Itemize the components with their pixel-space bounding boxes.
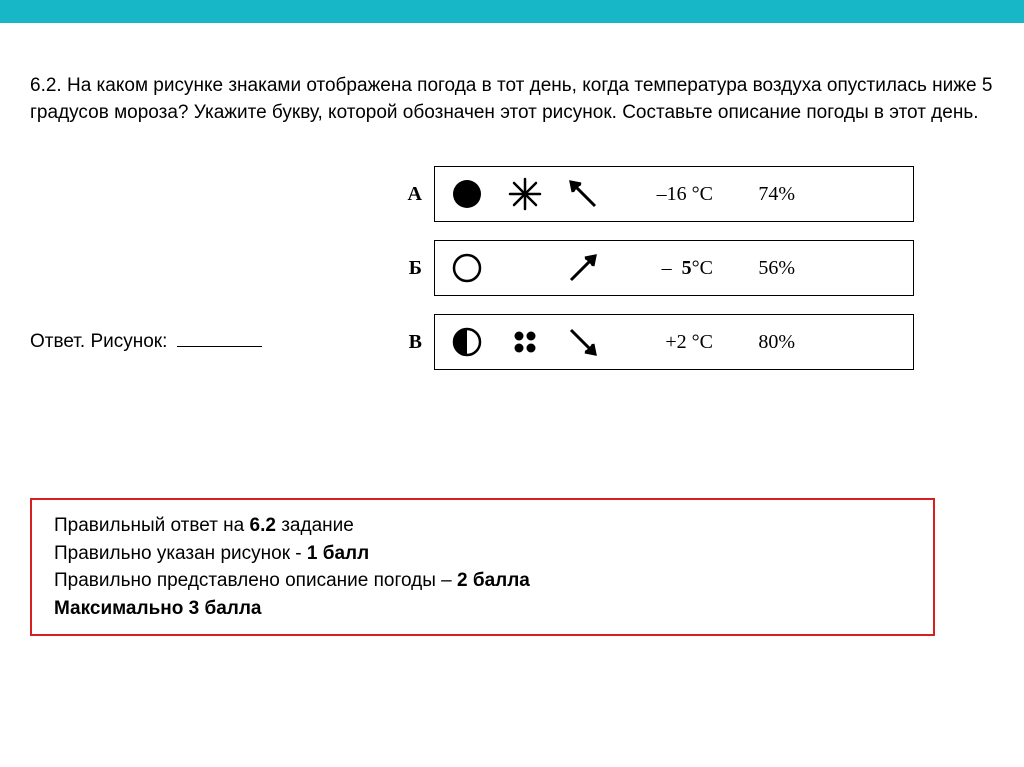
cloud-clear-icon (449, 250, 485, 286)
scoring-box: Правильный ответ на 6.2 задание Правильн… (30, 498, 935, 636)
no-precipitation-icon (507, 250, 543, 286)
wind-arrow-icon (565, 250, 601, 286)
wind-arrow-icon (565, 324, 601, 360)
answer-column: Ответ. Рисунок: (30, 166, 370, 353)
option-row-a: А (400, 166, 994, 222)
cloud-half-icon (449, 324, 485, 360)
option-label: А (400, 183, 422, 206)
option-box: +2 °С 80% (434, 314, 914, 370)
scoring-line-1: Правильный ответ на 6.2 задание (54, 512, 911, 540)
answer-blank (177, 346, 262, 347)
option-label: В (400, 331, 422, 354)
answer-label-row: Ответ. Рисунок: (30, 331, 370, 353)
main-area: Ответ. Рисунок: А (30, 166, 994, 388)
wind-arrow-icon (565, 176, 601, 212)
cloud-full-icon (449, 176, 485, 212)
scoring-line-2: Правильно указан рисунок - 1 балл (54, 540, 911, 568)
scoring-line-3: Правильно представлено описание погоды –… (54, 567, 911, 595)
option-row-b: Б – 5°С 56% (400, 240, 994, 296)
rain-dots-icon (507, 324, 543, 360)
snow-icon (507, 176, 543, 212)
option-label: Б (400, 257, 422, 280)
temperature-value: –16 °С (623, 183, 713, 206)
temperature-value: – 5°С (623, 257, 713, 280)
content-area: 6.2. На каком рисунке знаками отображена… (0, 23, 1024, 656)
question-body: На каком рисунке знаками отображена пого… (30, 75, 992, 123)
question-number: 6.2. (30, 75, 62, 96)
humidity-value: 56% (735, 257, 795, 280)
option-box: –16 °С 74% (434, 166, 914, 222)
top-bar (0, 0, 1024, 23)
answer-label: Ответ. Рисунок: (30, 331, 167, 352)
humidity-value: 80% (735, 331, 795, 354)
temperature-value: +2 °С (623, 331, 713, 354)
question-text: 6.2. На каком рисунке знаками отображена… (30, 73, 994, 126)
scoring-line-4: Максимально 3 балла (54, 595, 911, 623)
option-box: – 5°С 56% (434, 240, 914, 296)
option-row-v: В (400, 314, 994, 370)
options-column: А (400, 166, 994, 388)
humidity-value: 74% (735, 183, 795, 206)
